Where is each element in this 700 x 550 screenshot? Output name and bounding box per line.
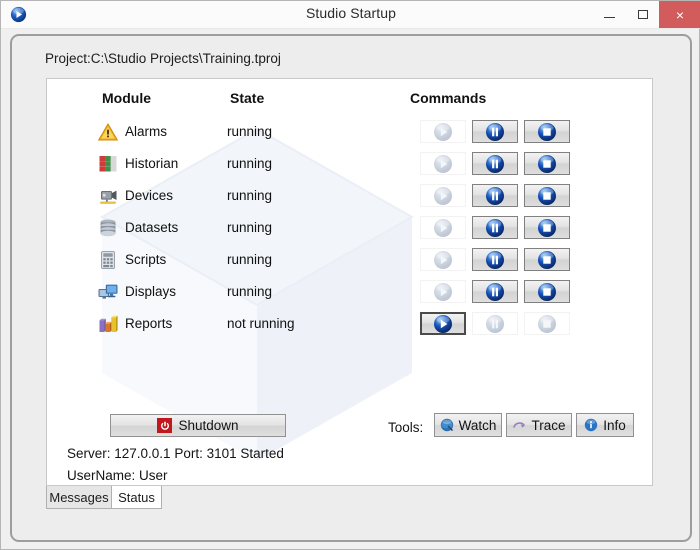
stop-button[interactable] — [524, 280, 570, 303]
tab-messages[interactable]: Messages — [46, 486, 112, 509]
table-row: Displays running — [47, 277, 652, 309]
modules-panel: Module State Commands Alarms running Histo… — [46, 78, 653, 486]
power-icon — [157, 418, 173, 433]
server-status-label: Server: 127.0.0.1 Port: 3101 Started — [67, 446, 284, 461]
database-icon — [97, 217, 119, 239]
stop-button[interactable] — [524, 248, 570, 271]
tab-status-label: Status — [118, 489, 155, 505]
start-button — [420, 120, 466, 143]
module-state-label: not running — [227, 316, 295, 331]
title-bar: Studio Startup × — [1, 1, 700, 29]
start-button — [420, 280, 466, 303]
module-state-label: running — [227, 188, 273, 203]
pause-button — [472, 312, 518, 335]
pause-button[interactable] — [472, 152, 518, 175]
project-path-label: Project:C:\Studio Projects\Training.tpro… — [45, 51, 281, 66]
tab-status[interactable]: Status — [112, 486, 162, 509]
module-state-label: running — [227, 124, 273, 139]
table-row: Historian running — [47, 149, 652, 181]
stop-button[interactable] — [524, 216, 570, 239]
module-state-label: running — [227, 220, 273, 235]
studio-startup-window: Studio Startup × Project:C:\Studio Proje… — [0, 0, 700, 550]
module-state-label: running — [227, 284, 273, 299]
maximize-button[interactable] — [626, 1, 659, 28]
module-name-label: Devices — [125, 188, 174, 203]
displays-monitor-icon — [97, 281, 119, 303]
pause-button[interactable] — [472, 184, 518, 207]
watch-tool-button[interactable]: Watch — [434, 413, 502, 437]
trace-arrow-icon — [512, 418, 526, 432]
close-icon: × — [675, 6, 685, 23]
table-row: Devices running — [47, 181, 652, 213]
info-circle-icon — [584, 418, 598, 432]
tab-messages-label: Messages — [49, 489, 109, 505]
module-name-label: Historian — [125, 156, 179, 171]
pause-button[interactable] — [472, 120, 518, 143]
report-chart-icon — [97, 313, 119, 335]
maximize-icon — [637, 10, 648, 19]
table-row: Reports not running — [47, 309, 652, 341]
minimize-icon — [604, 17, 615, 18]
tools-label: Tools: — [388, 420, 424, 435]
stop-button[interactable] — [524, 184, 570, 207]
close-button[interactable]: × — [659, 1, 700, 28]
column-header-state: State — [230, 90, 265, 106]
module-name-label: Reports — [125, 316, 173, 331]
device-camera-icon — [97, 185, 119, 207]
watch-tool-label: Watch — [458, 417, 497, 433]
column-header-module: Module — [102, 90, 151, 106]
pause-button[interactable] — [472, 248, 518, 271]
script-pad-icon — [97, 249, 119, 271]
historian-layers-icon — [97, 153, 119, 175]
stop-button[interactable] — [524, 120, 570, 143]
module-name-label: Displays — [125, 284, 177, 299]
pause-button[interactable] — [472, 216, 518, 239]
table-row: Alarms running — [47, 117, 652, 149]
start-button — [420, 184, 466, 207]
start-button — [420, 152, 466, 175]
warning-triangle-icon — [97, 121, 119, 143]
trace-tool-label: Trace — [531, 417, 566, 433]
trace-tool-button[interactable]: Trace — [506, 413, 572, 437]
module-name-label: Alarms — [125, 124, 168, 139]
table-row: Datasets running — [47, 213, 652, 245]
start-button[interactable] — [420, 312, 466, 335]
module-name-label: Datasets — [125, 220, 179, 235]
stop-button[interactable] — [524, 152, 570, 175]
minimize-button[interactable] — [593, 1, 626, 28]
start-button — [420, 248, 466, 271]
stop-button — [524, 312, 570, 335]
watch-globe-icon — [440, 418, 454, 432]
table-row: Scripts running — [47, 245, 652, 277]
module-state-label: running — [227, 252, 273, 267]
shutdown-label: Shutdown — [178, 418, 239, 433]
pause-button[interactable] — [472, 280, 518, 303]
start-button — [420, 216, 466, 239]
info-tool-label: Info — [603, 417, 626, 433]
module-state-label: running — [227, 156, 273, 171]
module-name-label: Scripts — [125, 252, 167, 267]
username-label: UserName: User — [67, 468, 168, 483]
column-header-commands: Commands — [410, 90, 487, 106]
shutdown-button[interactable]: Shutdown — [110, 414, 286, 437]
info-tool-button[interactable]: Info — [576, 413, 634, 437]
bottom-tabstrip: Messages Status — [46, 486, 653, 510]
